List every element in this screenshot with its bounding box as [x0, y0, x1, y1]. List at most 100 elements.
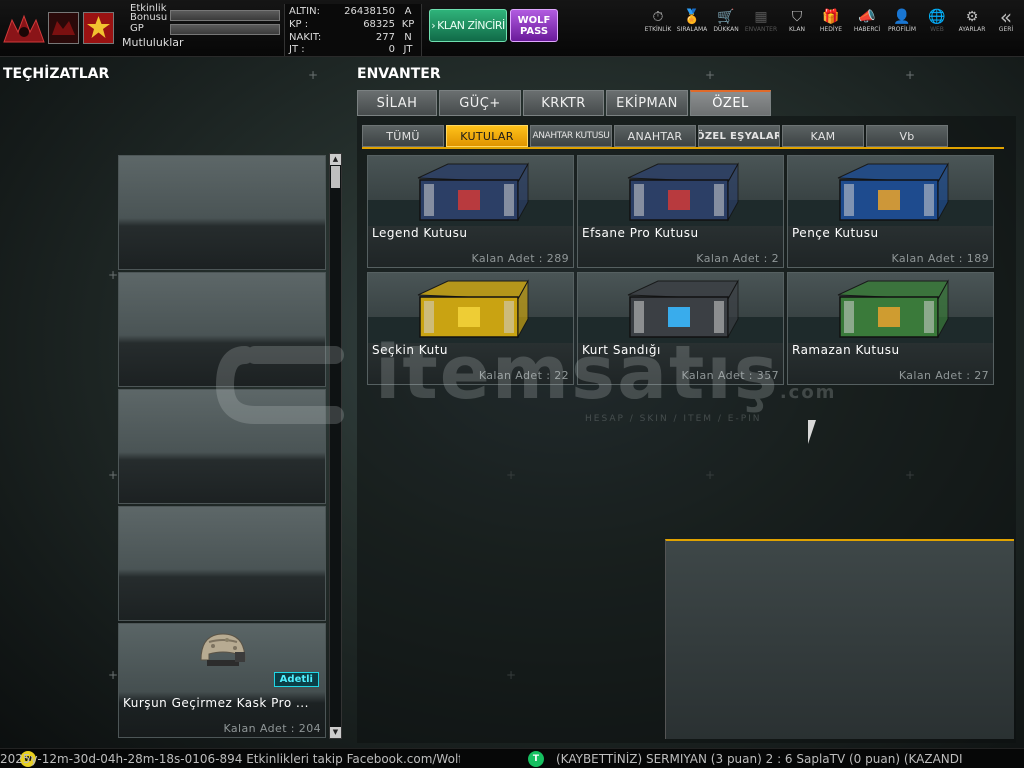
equipment-scrollbar[interactable]: ▲ ▼	[329, 153, 342, 739]
currency-row: KP : 68325 KP	[289, 19, 415, 30]
equipped-item-name: Kurşun Geçirmez Kask Pro ...	[123, 696, 309, 710]
nav-web[interactable]: 🌐 WEB	[919, 8, 955, 40]
medal-icon: 🏅	[683, 9, 701, 25]
inventory-item-count: Kalan Adet : 22	[478, 369, 569, 382]
subtab-underline	[362, 147, 1004, 149]
equipment-slot[interactable]	[118, 272, 326, 387]
inventory-item-card[interactable]: Ramazan Kutusu Kalan Adet : 27	[787, 272, 994, 385]
megaphone-icon: 📣	[858, 9, 876, 25]
crate-icon	[368, 273, 573, 343]
inventory-item-name: Ramazan Kutusu	[792, 343, 900, 357]
gp-label: GP	[130, 23, 144, 34]
inventory-icon: ▦	[754, 9, 768, 25]
cart-icon: 🛒	[717, 9, 735, 25]
subtab-tumu[interactable]: TÜMÜ	[362, 125, 444, 147]
nav-hediye[interactable]: 🎁 HEDİYE	[813, 8, 849, 40]
crate-icon	[788, 156, 993, 226]
equipment-slot[interactable]	[118, 155, 326, 270]
crate-icon	[368, 156, 573, 226]
nav-siralama[interactable]: 🏅 SIRALAMA	[674, 8, 710, 40]
gp-bar	[170, 24, 280, 35]
shield-icon: ⛉	[791, 9, 803, 25]
gift-icon: 🎁	[822, 9, 840, 25]
nav-profilim[interactable]: 👤 PROFİLİM	[884, 8, 920, 40]
inventory-item-card[interactable]: Seçkin Kutu Kalan Adet : 22	[367, 272, 574, 385]
nav-ayarlar[interactable]: ⚙ AYARLAR	[954, 8, 990, 40]
inventory-item-count: Kalan Adet : 357	[681, 369, 779, 382]
inventory-item-name: Kurt Sandığı	[582, 343, 661, 357]
grid-marker: +	[705, 68, 716, 82]
tab-guc[interactable]: GÜÇ+	[439, 90, 521, 116]
inventory-item-count: Kalan Adet : 289	[471, 252, 569, 265]
inventory-item-card[interactable]: Pençe Kutusu Kalan Adet : 189	[787, 155, 994, 268]
stackable-badge: Adetli	[273, 672, 319, 687]
nav-klan[interactable]: ⛉ KLAN	[779, 8, 815, 40]
stopwatch-icon: ⏱	[652, 9, 664, 25]
subtab-vb[interactable]: Vb	[866, 125, 948, 147]
nav-envanter[interactable]: ▦ ENVANTER	[743, 8, 779, 40]
inventory-item-name: Pençe Kutusu	[792, 226, 879, 240]
inventory-item-name: Efsane Pro Kutusu	[582, 226, 699, 240]
bonus-bar	[170, 10, 280, 21]
inventory-item-name: Legend Kutusu	[372, 226, 468, 240]
tab-krktr[interactable]: KRKTR	[523, 90, 604, 116]
currency-row: JT : 0 JT	[289, 44, 413, 55]
ticker-left-text: 2025y-12m-30d-04h-28m-18s-0106-894 Etkin…	[0, 752, 460, 766]
scroll-thumb[interactable]	[331, 166, 340, 188]
inventory-item-card[interactable]: Efsane Pro Kutusu Kalan Adet : 2	[577, 155, 784, 268]
inventory-item-card[interactable]: Kurt Sandığı Kalan Adet : 357	[577, 272, 784, 385]
gear-icon: ⚙	[965, 9, 979, 25]
nav-etkinlik[interactable]: ⏱ ETKİNLİK	[640, 8, 676, 40]
globe-icon: 🌐	[928, 9, 946, 25]
grid-marker: +	[108, 668, 119, 682]
equipment-slot[interactable]	[118, 506, 326, 621]
equipment-title: TEÇHİZATLAR	[3, 66, 110, 82]
rank-star-icon	[83, 12, 114, 44]
crate-icon	[578, 273, 783, 343]
chevron-right-icon: ›	[431, 19, 436, 32]
grid-marker: +	[108, 268, 119, 282]
subtab-anahtar[interactable]: ANAHTAR	[614, 125, 696, 147]
subtab-ozel-esyalar[interactable]: ÖZEL EŞYALAR	[698, 125, 780, 147]
rank-emblem-icon	[48, 12, 79, 44]
tab-silah[interactable]: SİLAH	[357, 90, 437, 116]
bonus-block: Etkinlik Bonusu GP Mutluluklar	[122, 2, 284, 54]
inventory-title: ENVANTER	[357, 66, 441, 82]
subtab-anahtar-kutusu[interactable]: ANAHTAR KUTUSU	[530, 125, 612, 147]
happiness-label: Mutluluklar	[122, 36, 184, 49]
back-chevron-icon: «	[999, 5, 1013, 29]
mouse-cursor	[808, 420, 822, 444]
klan-chain-button[interactable]: › KLAN ZİNCİRİ	[429, 9, 507, 42]
inventory-item-name: Seçkin Kutu	[372, 343, 448, 357]
grid-marker: +	[905, 68, 916, 82]
subtab-kutular[interactable]: KUTULAR	[446, 125, 528, 147]
equipment-slot[interactable]	[118, 389, 326, 504]
scroll-down-button[interactable]: ▼	[330, 727, 341, 738]
crate-icon	[578, 156, 783, 226]
nav-dukkan[interactable]: 🛒 DÜKKAN	[708, 8, 744, 40]
equipped-item-count: Kalan Adet : 204	[223, 722, 321, 735]
nav-geri[interactable]: «GERİ	[988, 5, 1024, 40]
tab-ekipman[interactable]: EKİPMAN	[606, 90, 688, 116]
inventory-item-card[interactable]: Legend Kutusu Kalan Adet : 289	[367, 155, 574, 268]
currency-row: ALTIN: 26438150 A	[289, 6, 412, 17]
inventory-item-count: Kalan Adet : 2	[696, 252, 779, 265]
news-ticker: w 2025y-12m-30d-04h-28m-18s-0106-894 Etk…	[0, 748, 1024, 768]
grid-marker: +	[308, 68, 319, 82]
bonus-label-2: Bonusu	[130, 12, 168, 23]
helmet-icon	[200, 633, 246, 666]
klan-chain-label: KLAN ZİNCİRİ	[437, 19, 505, 32]
item-info-panel	[665, 539, 1014, 739]
inventory-item-count: Kalan Adet : 27	[898, 369, 989, 382]
nav-haberci[interactable]: 📣 HABERCİ	[849, 8, 885, 40]
inventory-item-count: Kalan Adet : 189	[891, 252, 989, 265]
match-result-icon: T	[528, 751, 544, 767]
top-bar: Etkinlik Bonusu GP Mutluluklar ALTIN: 26…	[0, 0, 1024, 57]
equipment-slot-helmet[interactable]: Adetli Kurşun Geçirmez Kask Pro ... Kala…	[118, 623, 326, 738]
tab-ozel[interactable]: ÖZEL	[690, 90, 771, 116]
scroll-up-button[interactable]: ▲	[330, 154, 341, 165]
wolf-pass-button[interactable]: WOLF PASS	[510, 9, 558, 42]
subtab-kam[interactable]: KAM	[782, 125, 864, 147]
ticker-right-text: (KAYBETTİNİZ) SERMIYAN (3 puan) 2 : 6 Sa…	[556, 752, 963, 766]
currency-panel: ALTIN: 26438150 A KP : 68325 KP NAKIT: 2…	[284, 4, 422, 56]
